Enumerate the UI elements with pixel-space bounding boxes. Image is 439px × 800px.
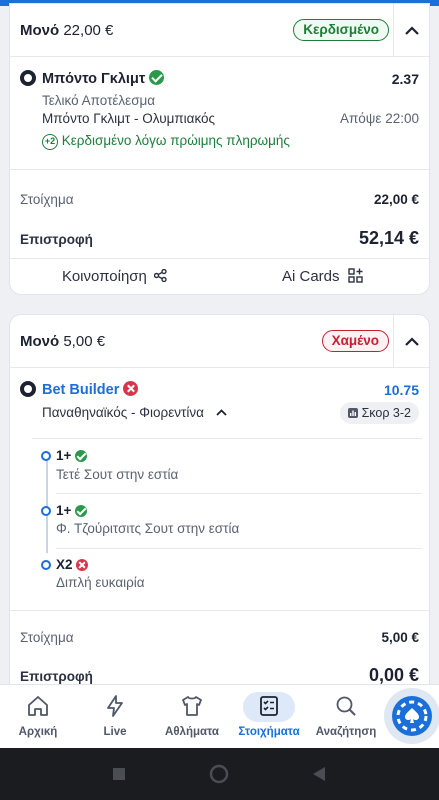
nav-live[interactable]: Live <box>80 685 150 749</box>
search-icon <box>336 696 356 716</box>
leg-desc: Τετέ Σουτ στην εστία <box>56 467 179 482</box>
betslip-icon <box>260 696 278 716</box>
stake-value: 22,00 € <box>373 192 419 207</box>
selection-team: Μπόντο Γκλιμτ <box>42 71 146 87</box>
won-check-icon <box>149 70 165 85</box>
timeline-line <box>46 457 48 553</box>
home-icon <box>28 696 48 716</box>
early-payout-icon: +2 <box>42 134 58 150</box>
match-time: Απόψε 22:00 <box>339 111 419 126</box>
bet-type: Μονό <box>20 22 60 39</box>
football-icon <box>20 381 36 397</box>
leg-pick: Χ2 <box>56 557 89 572</box>
poker-chip-icon <box>396 700 428 732</box>
bet-header[interactable]: Μονό 5,00 € Χαμένο <box>10 315 429 368</box>
score-chip[interactable]: Σκορ 3-2 <box>340 402 419 424</box>
status-badge-won: Κερδισμένο <box>293 19 389 41</box>
chevron-up-icon <box>404 25 419 35</box>
divider <box>56 493 422 494</box>
leg-dot <box>41 451 51 461</box>
return-label: Επιστροφή <box>20 669 93 684</box>
lost-x-icon <box>76 559 89 571</box>
collapse-button[interactable] <box>393 4 429 56</box>
leg-pick-text: 1+ <box>56 503 72 518</box>
chevron-up-icon <box>216 409 227 416</box>
leg-pick-text: Χ2 <box>56 557 73 572</box>
nav-search-label: Αναζήτηση <box>315 726 377 738</box>
selection-odds: 2.37 <box>391 71 419 87</box>
nav-sports-label: Αθλήματα <box>165 726 219 738</box>
early-payout-text: Κερδισμένο λόγω πρώιμης πληρωμής <box>61 133 290 148</box>
bet-header[interactable]: Μονό 22,00 € Κερδισμένο <box>10 4 429 57</box>
leg-pick-text: 1+ <box>56 448 72 463</box>
divider <box>32 438 422 439</box>
share-button[interactable]: Κοινοποίηση <box>62 268 167 285</box>
bet-card-won: Μονό 22,00 € Κερδισμένο Μπόντο Γκλιμτ 2.… <box>9 3 430 295</box>
builder-odds: 10.75 <box>383 382 419 398</box>
bottom-nav: Αρχική Live Αθλήματα Στοιχήματα Αναζήτησ… <box>0 684 439 748</box>
divider <box>10 169 429 170</box>
bet-card-lost: Μονό 5,00 € Χαμένο Bet Builder 10.75 Παν… <box>9 314 430 694</box>
leg-desc: Διπλή ευκαιρία <box>56 575 145 590</box>
nav-home[interactable]: Αρχική <box>3 685 73 749</box>
market-name: Τελικό Αποτέλεσμα <box>42 93 156 108</box>
divider <box>10 258 429 259</box>
won-check-icon <box>75 505 88 517</box>
stats-icon <box>348 408 359 418</box>
back-icon[interactable] <box>312 766 326 782</box>
ai-cards-label: Ai Cards <box>282 268 340 285</box>
leg-dot <box>41 506 51 516</box>
nav-home-label: Αρχική <box>18 726 58 738</box>
return-value: 52,14 € <box>358 228 419 248</box>
won-check-icon <box>75 450 88 462</box>
status-badge-lost: Χαμένο <box>321 330 389 352</box>
lightning-icon <box>107 695 123 717</box>
nav-search[interactable]: Αναζήτηση <box>311 685 381 749</box>
stake-label: Στοίχημα <box>20 192 74 207</box>
score-text: Σκορ 3-2 <box>361 406 411 420</box>
leg-dot <box>41 560 51 570</box>
system-navigation-bar <box>0 748 439 800</box>
leg-pick: 1+ <box>56 448 88 463</box>
bet-type: Μονό <box>20 333 60 350</box>
builder-match[interactable]: Παναθηναϊκός - Φιορεντίνα <box>42 405 227 420</box>
lost-x-icon <box>123 381 139 396</box>
bet-amount: 22,00 € <box>63 22 114 39</box>
shirt-icon <box>182 696 202 716</box>
stake-label: Στοίχημα <box>20 630 74 645</box>
ai-cards-icon <box>348 268 363 283</box>
share-icon <box>153 268 167 283</box>
return-value: 0,00 € <box>368 665 419 685</box>
early-payout-note: +2 Κερδισμένο λόγω πρώιμης πληρωμής <box>42 133 290 150</box>
share-label: Κοινοποίηση <box>62 268 147 285</box>
nav-bets-label: Στοιχήματα <box>238 726 300 738</box>
recents-icon[interactable] <box>112 767 126 781</box>
casino-chip-button[interactable] <box>384 688 439 744</box>
divider <box>10 610 429 611</box>
match-name: Μπόντο Γκλιμτ - Ολυμπιακός <box>42 111 216 126</box>
stake-value: 5,00 € <box>381 630 419 645</box>
builder-match-name: Παναθηναϊκός - Φιορεντίνα <box>42 405 204 420</box>
football-icon <box>20 70 36 86</box>
chevron-up-icon <box>404 336 419 346</box>
bet-amount: 5,00 € <box>63 333 106 350</box>
nav-sports[interactable]: Αθλήματα <box>157 685 227 749</box>
collapse-button[interactable] <box>393 315 429 367</box>
ai-cards-button[interactable]: Ai Cards <box>282 268 363 285</box>
bet-builder-title: Bet Builder <box>42 382 120 398</box>
leg-pick: 1+ <box>56 503 88 518</box>
leg-desc: Φ. Τζούριτσιτς Σουτ στην εστία <box>56 521 240 536</box>
return-label: Επιστροφή <box>20 232 93 247</box>
nav-bets[interactable]: Στοιχήματα <box>234 685 304 749</box>
nav-live-label: Live <box>103 726 127 738</box>
divider <box>56 548 422 549</box>
home-circle-icon[interactable] <box>209 764 229 784</box>
